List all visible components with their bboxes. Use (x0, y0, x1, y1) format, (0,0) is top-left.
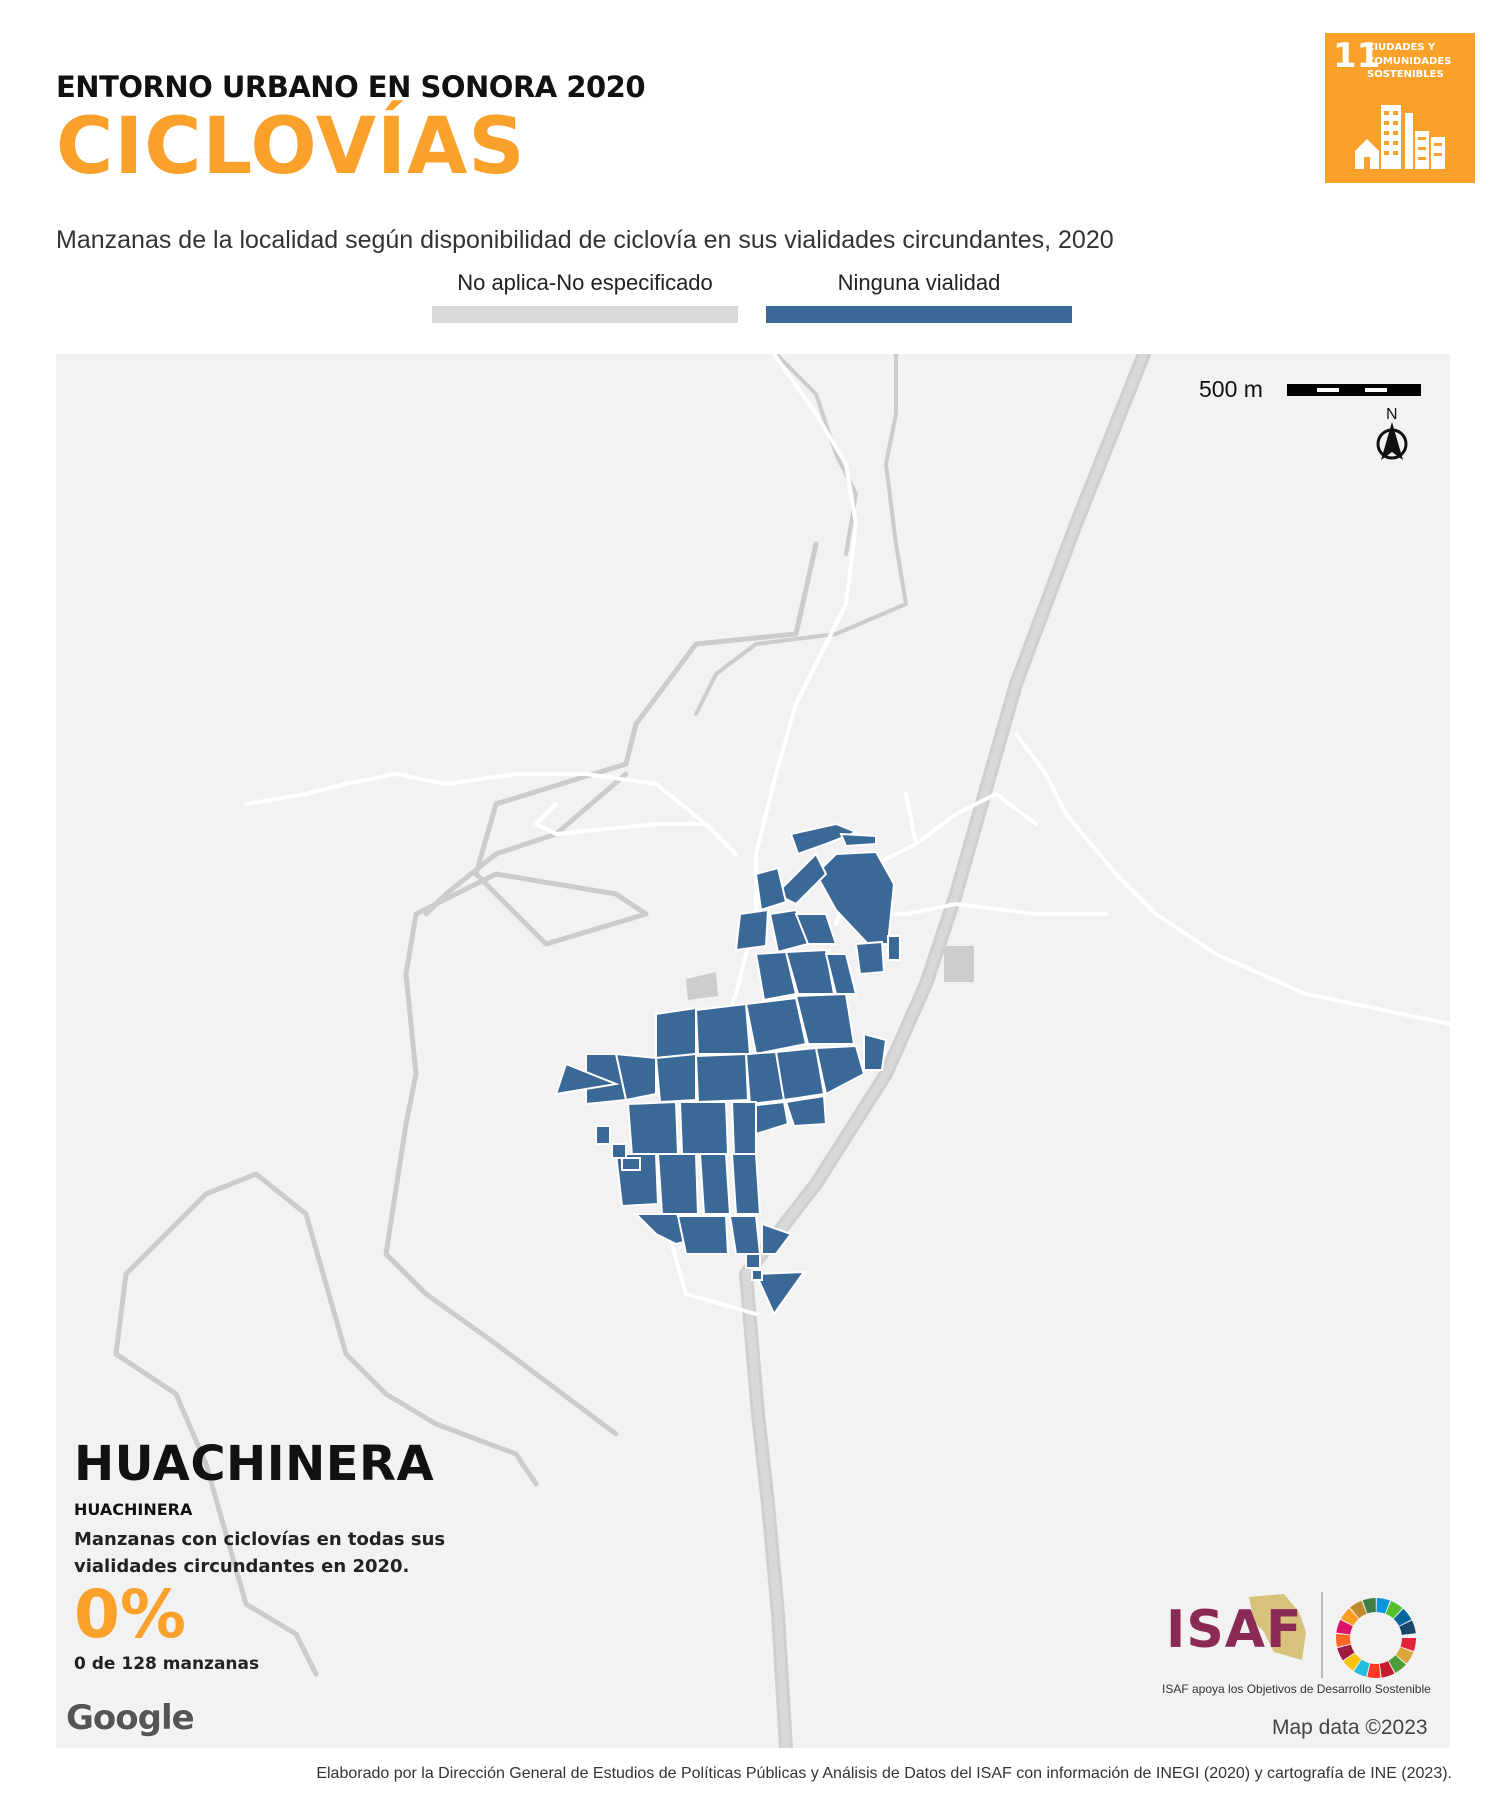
logo-divider (1321, 1592, 1323, 1678)
sdg-label: CIUDADES Y COMUNIDADES SOSTENIBLES (1367, 42, 1452, 80)
municipality-name: HUACHINERA (74, 1500, 193, 1519)
city-buildings-icon (1355, 105, 1445, 169)
legend-label: Ninguna vialidad (837, 270, 1001, 295)
legend-item-no-aplica: No aplica-No especificado (432, 270, 738, 323)
isaf-tagline: ISAF apoya los Objetivos de Desarrollo S… (1162, 1682, 1431, 1696)
north-arrow-icon (1376, 422, 1408, 460)
legend-label: No aplica-No especificado (457, 270, 713, 295)
scale-segment (1317, 388, 1339, 392)
indicator-percent: 0% (74, 1576, 187, 1653)
scale-segment (1365, 388, 1387, 392)
locality-name: HUACHINERA (74, 1436, 435, 1492)
sdg-wheel-icon (1336, 1598, 1416, 1678)
map-data-attribution[interactable]: Map data ©2023 (1272, 1716, 1428, 1740)
blocks-ninguna-vialidad (554, 822, 901, 1316)
google-logo[interactable]: Google (66, 1698, 195, 1738)
isaf-wordmark: ISAF (1166, 1600, 1303, 1660)
isaf-logo: ISAF (1166, 1592, 1436, 1692)
subtitle: Manzanas de la localidad según disponibi… (56, 226, 1114, 254)
pre-title: ENTORNO URBANO EN SONORA 2020 (56, 70, 646, 104)
credit-footnote: Elaborado por la Dirección General de Es… (316, 1765, 1452, 1782)
scale-label: 500 m (1199, 376, 1263, 402)
legend-swatch-gray (432, 306, 738, 323)
map-area[interactable]: 500 m N HUACHINERA HUACHINERA Manzanas c… (56, 354, 1450, 1748)
sdg-11-badge: 11 CIUDADES Y COMUNIDADES SOSTENIBLES (1325, 33, 1475, 183)
gray-road-north (774, 354, 858, 556)
page-title: CICLOVÍAS (56, 102, 526, 192)
indicator-count: 0 de 128 manzanas (74, 1654, 260, 1674)
indicator-description: Manzanas con ciclovías en todas sus vial… (74, 1529, 446, 1577)
legend-swatch-blue (766, 306, 1072, 323)
legend-item-ninguna: Ninguna vialidad (766, 270, 1072, 323)
scale-bar (1287, 384, 1421, 396)
